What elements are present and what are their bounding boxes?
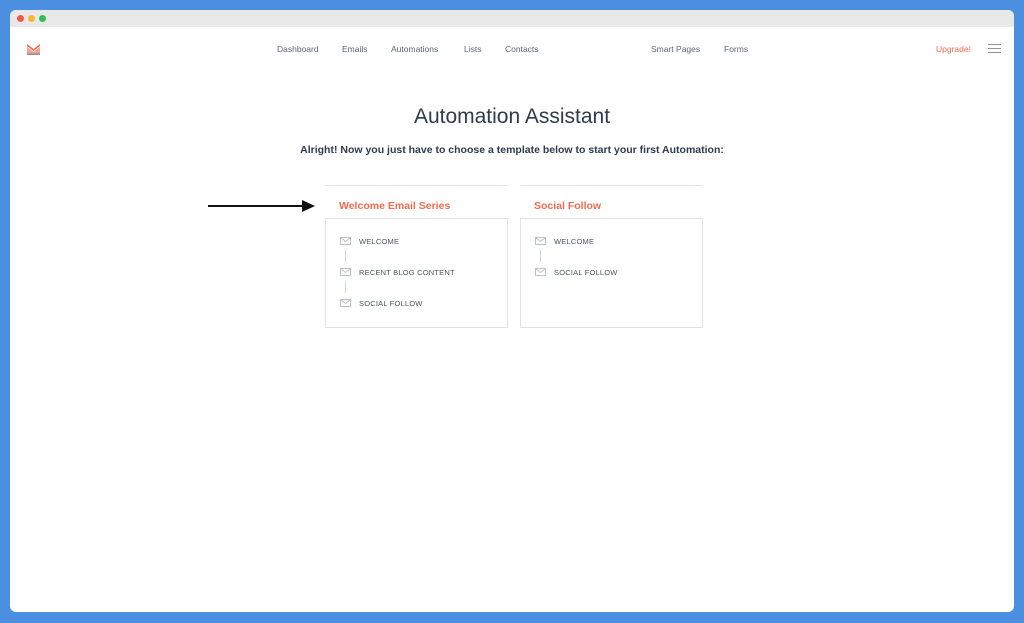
nav-contacts[interactable]: Contacts xyxy=(505,44,539,54)
template-card-header: Welcome Email Series xyxy=(325,185,508,218)
page-subtitle: Alright! Now you just have to choose a t… xyxy=(300,144,724,156)
template-step-label: RECENT BLOG CONTENT xyxy=(359,267,455,277)
envelope-icon xyxy=(340,237,351,245)
nav-automations[interactable]: Automations xyxy=(391,44,438,54)
pointer-arrow-icon xyxy=(208,200,315,212)
window-titlebar xyxy=(10,10,1014,27)
nav-smart-pages[interactable]: Smart Pages xyxy=(651,44,700,54)
nav-lists[interactable]: Lists xyxy=(464,44,481,54)
envelope-icon xyxy=(340,268,351,276)
envelope-icon xyxy=(535,237,546,245)
brand-logo-icon[interactable] xyxy=(26,42,41,57)
template-card-header: Social Follow xyxy=(520,185,703,218)
template-card-title: Social Follow xyxy=(534,200,602,212)
template-step-label: WELCOME xyxy=(554,236,595,246)
close-window-button[interactable] xyxy=(17,15,24,22)
upgrade-link[interactable]: Upgrade! xyxy=(936,44,971,54)
nav-forms[interactable]: Forms xyxy=(724,44,748,54)
nav-emails[interactable]: Emails xyxy=(342,44,368,54)
envelope-icon xyxy=(535,268,546,276)
template-step: WELCOME xyxy=(340,235,507,247)
template-card-steps: WELCOME RECENT BLOG CONTENT SOCIAL FOLLO… xyxy=(325,218,508,328)
hamburger-menu-icon[interactable] xyxy=(988,44,1001,54)
template-step: SOCIAL FOLLOW xyxy=(340,297,507,309)
template-step-label: SOCIAL FOLLOW xyxy=(359,298,423,308)
template-card-steps: WELCOME SOCIAL FOLLOW xyxy=(520,218,703,328)
template-step-label: SOCIAL FOLLOW xyxy=(554,267,618,277)
page-title: Automation Assistant xyxy=(413,105,611,128)
template-step: WELCOME xyxy=(535,235,702,247)
top-navbar: Dashboard Emails Automations Lists Conta… xyxy=(10,27,1014,72)
maximize-window-button[interactable] xyxy=(39,15,46,22)
nav-dashboard[interactable]: Dashboard xyxy=(277,44,319,54)
template-step-label: WELCOME xyxy=(359,236,400,246)
template-step: SOCIAL FOLLOW xyxy=(535,266,702,278)
step-connector xyxy=(345,250,346,262)
step-connector xyxy=(345,281,346,293)
template-card-title: Welcome Email Series xyxy=(339,200,451,212)
browser-window: Dashboard Emails Automations Lists Conta… xyxy=(10,10,1014,612)
template-card-social-follow[interactable]: Social Follow WELCOME SOCIAL FOLLOW xyxy=(520,185,703,328)
step-connector xyxy=(540,250,541,262)
envelope-icon xyxy=(340,299,351,307)
template-card-welcome-email-series[interactable]: Welcome Email Series WELCOME RECENT BLOG… xyxy=(325,185,508,328)
minimize-window-button[interactable] xyxy=(28,15,35,22)
template-step: RECENT BLOG CONTENT xyxy=(340,266,507,278)
